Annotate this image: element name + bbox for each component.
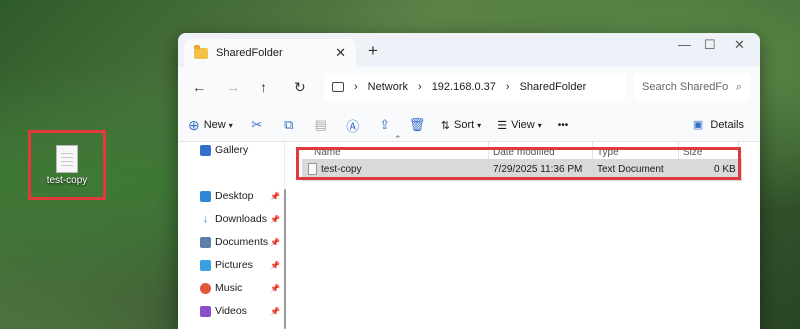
pin-icon: 📌 xyxy=(270,260,280,270)
refresh-button[interactable]: ↻ xyxy=(294,79,306,96)
folder-icon xyxy=(194,44,208,59)
pin-icon: 📌 xyxy=(270,283,280,293)
details-pane-icon: ▣ xyxy=(692,119,704,131)
breadcrumb-sharedfolder[interactable]: SharedFolder xyxy=(520,81,587,93)
sidebar-item-label: Downloads xyxy=(215,213,267,225)
sidebar-item-label: Pictures xyxy=(215,259,253,271)
details-button[interactable]: ▣ Details xyxy=(693,118,744,131)
desktop-file-test-copy[interactable]: test-copy xyxy=(28,130,106,200)
sidebar-item-gallery[interactable]: Gallery xyxy=(200,144,284,156)
chevron-down-icon: ▾ xyxy=(228,120,233,130)
sidebar-item-label: Gallery xyxy=(215,144,249,156)
sidebar-item-videos[interactable]: Videos 📌 xyxy=(200,305,284,317)
pin-icon: 📌 xyxy=(270,214,280,224)
new-button[interactable]: ⊕ New ▾ xyxy=(188,117,233,134)
title-bar: SharedFolder ✕ + — ☐ ✕ xyxy=(178,33,760,67)
sidebar-item-label: Documents xyxy=(215,236,269,248)
pin-icon: 📌 xyxy=(270,306,280,316)
music-icon xyxy=(200,282,211,294)
text-file-icon xyxy=(56,145,78,173)
more-options-button[interactable]: ••• xyxy=(558,120,569,131)
gallery-icon xyxy=(200,144,211,156)
file-explorer-window: SharedFolder ✕ + — ☐ ✕ ← → ↑ ↻ › Network… xyxy=(178,33,760,329)
sort-icon: ⇅ xyxy=(440,119,450,132)
view-label: View xyxy=(511,119,535,131)
chevron-right-icon: › xyxy=(505,81,510,93)
back-button[interactable]: ← xyxy=(192,79,206,95)
copy-icon[interactable]: ⧉ xyxy=(281,117,297,133)
paste-icon[interactable]: ▤ xyxy=(313,117,329,133)
videos-icon xyxy=(200,305,211,317)
network-pc-icon xyxy=(332,82,344,92)
rename-icon[interactable]: Ⓐ xyxy=(345,116,361,135)
new-tab-button[interactable]: + xyxy=(368,41,378,61)
pictures-icon xyxy=(200,259,211,271)
tab-sharedfolder[interactable]: SharedFolder ✕ xyxy=(184,39,356,67)
sidebar-item-label: Music xyxy=(215,282,243,294)
desktop-icon xyxy=(200,190,211,202)
command-bar: ⊕ New ▾ ✂ ⧉ ▤ Ⓐ ⇪ 🗑 ⇅ Sort ▾ ☰ View ▾ ••… xyxy=(178,109,760,142)
tab-title: SharedFolder xyxy=(216,47,283,59)
sidebar-item-documents[interactable]: Documents 📌 xyxy=(200,236,284,248)
search-input[interactable]: Search SharedFo ⌕ xyxy=(634,73,750,101)
sidebar-item-downloads[interactable]: ↓ Downloads 📌 xyxy=(200,213,284,225)
pin-icon: 📌 xyxy=(270,191,280,201)
pin-icon: 📌 xyxy=(270,237,280,247)
address-bar[interactable]: › Network › 192.168.0.37 › SharedFolder xyxy=(324,73,626,101)
plus-icon: ⊕ xyxy=(188,116,200,133)
sidebar-item-label: Desktop xyxy=(215,190,254,202)
close-window-button[interactable]: ✕ xyxy=(734,37,745,53)
search-placeholder: Search SharedFo xyxy=(642,81,729,93)
breadcrumb-network[interactable]: Network xyxy=(368,81,408,93)
cut-icon[interactable]: ✂ xyxy=(249,117,265,133)
up-button[interactable]: ↑ xyxy=(260,79,267,95)
navigation-bar: ← → ↑ ↻ › Network › 192.168.0.37 › Share… xyxy=(178,67,760,109)
delete-icon[interactable]: 🗑 xyxy=(409,117,426,133)
maximize-button[interactable]: ☐ xyxy=(704,37,716,53)
chevron-down-icon: ▾ xyxy=(477,120,482,130)
download-icon: ↓ xyxy=(202,212,209,225)
highlight-box xyxy=(296,147,741,180)
chevron-right-icon: › xyxy=(418,81,422,93)
view-icon: ☰ xyxy=(497,119,508,132)
search-icon: ⌕ xyxy=(735,80,742,93)
chevron-down-icon: ▾ xyxy=(537,120,542,130)
sort-label: Sort xyxy=(453,119,475,131)
sort-button[interactable]: ⇅ Sort ▾ xyxy=(441,119,481,132)
share-icon[interactable]: ⇪ xyxy=(377,117,393,133)
sidebar-item-pictures[interactable]: Pictures 📌 xyxy=(200,259,284,271)
desktop-file-label: test-copy xyxy=(46,175,88,186)
sidebar-item-label: Videos xyxy=(215,305,247,317)
sidebar-item-desktop[interactable]: Desktop 📌 xyxy=(200,190,284,202)
sidebar-scrollbar[interactable] xyxy=(284,189,286,329)
new-label: New xyxy=(203,119,226,131)
view-button[interactable]: ☰ View ▾ xyxy=(497,119,542,132)
forward-button[interactable]: → xyxy=(226,79,240,95)
sort-chevron-icon: ⌃ xyxy=(394,134,402,144)
documents-icon xyxy=(200,236,211,248)
details-label: Details xyxy=(710,119,744,131)
close-tab-icon[interactable]: ✕ xyxy=(335,45,346,61)
minimize-button[interactable]: — xyxy=(678,37,691,52)
navigation-pane: Gallery Desktop 📌 ↓ Downloads 📌 Document… xyxy=(178,142,285,329)
chevron-right-icon: › xyxy=(354,81,358,93)
sidebar-item-music[interactable]: Music 📌 xyxy=(200,282,284,294)
breadcrumb-ip[interactable]: 192.168.0.37 xyxy=(432,81,496,93)
